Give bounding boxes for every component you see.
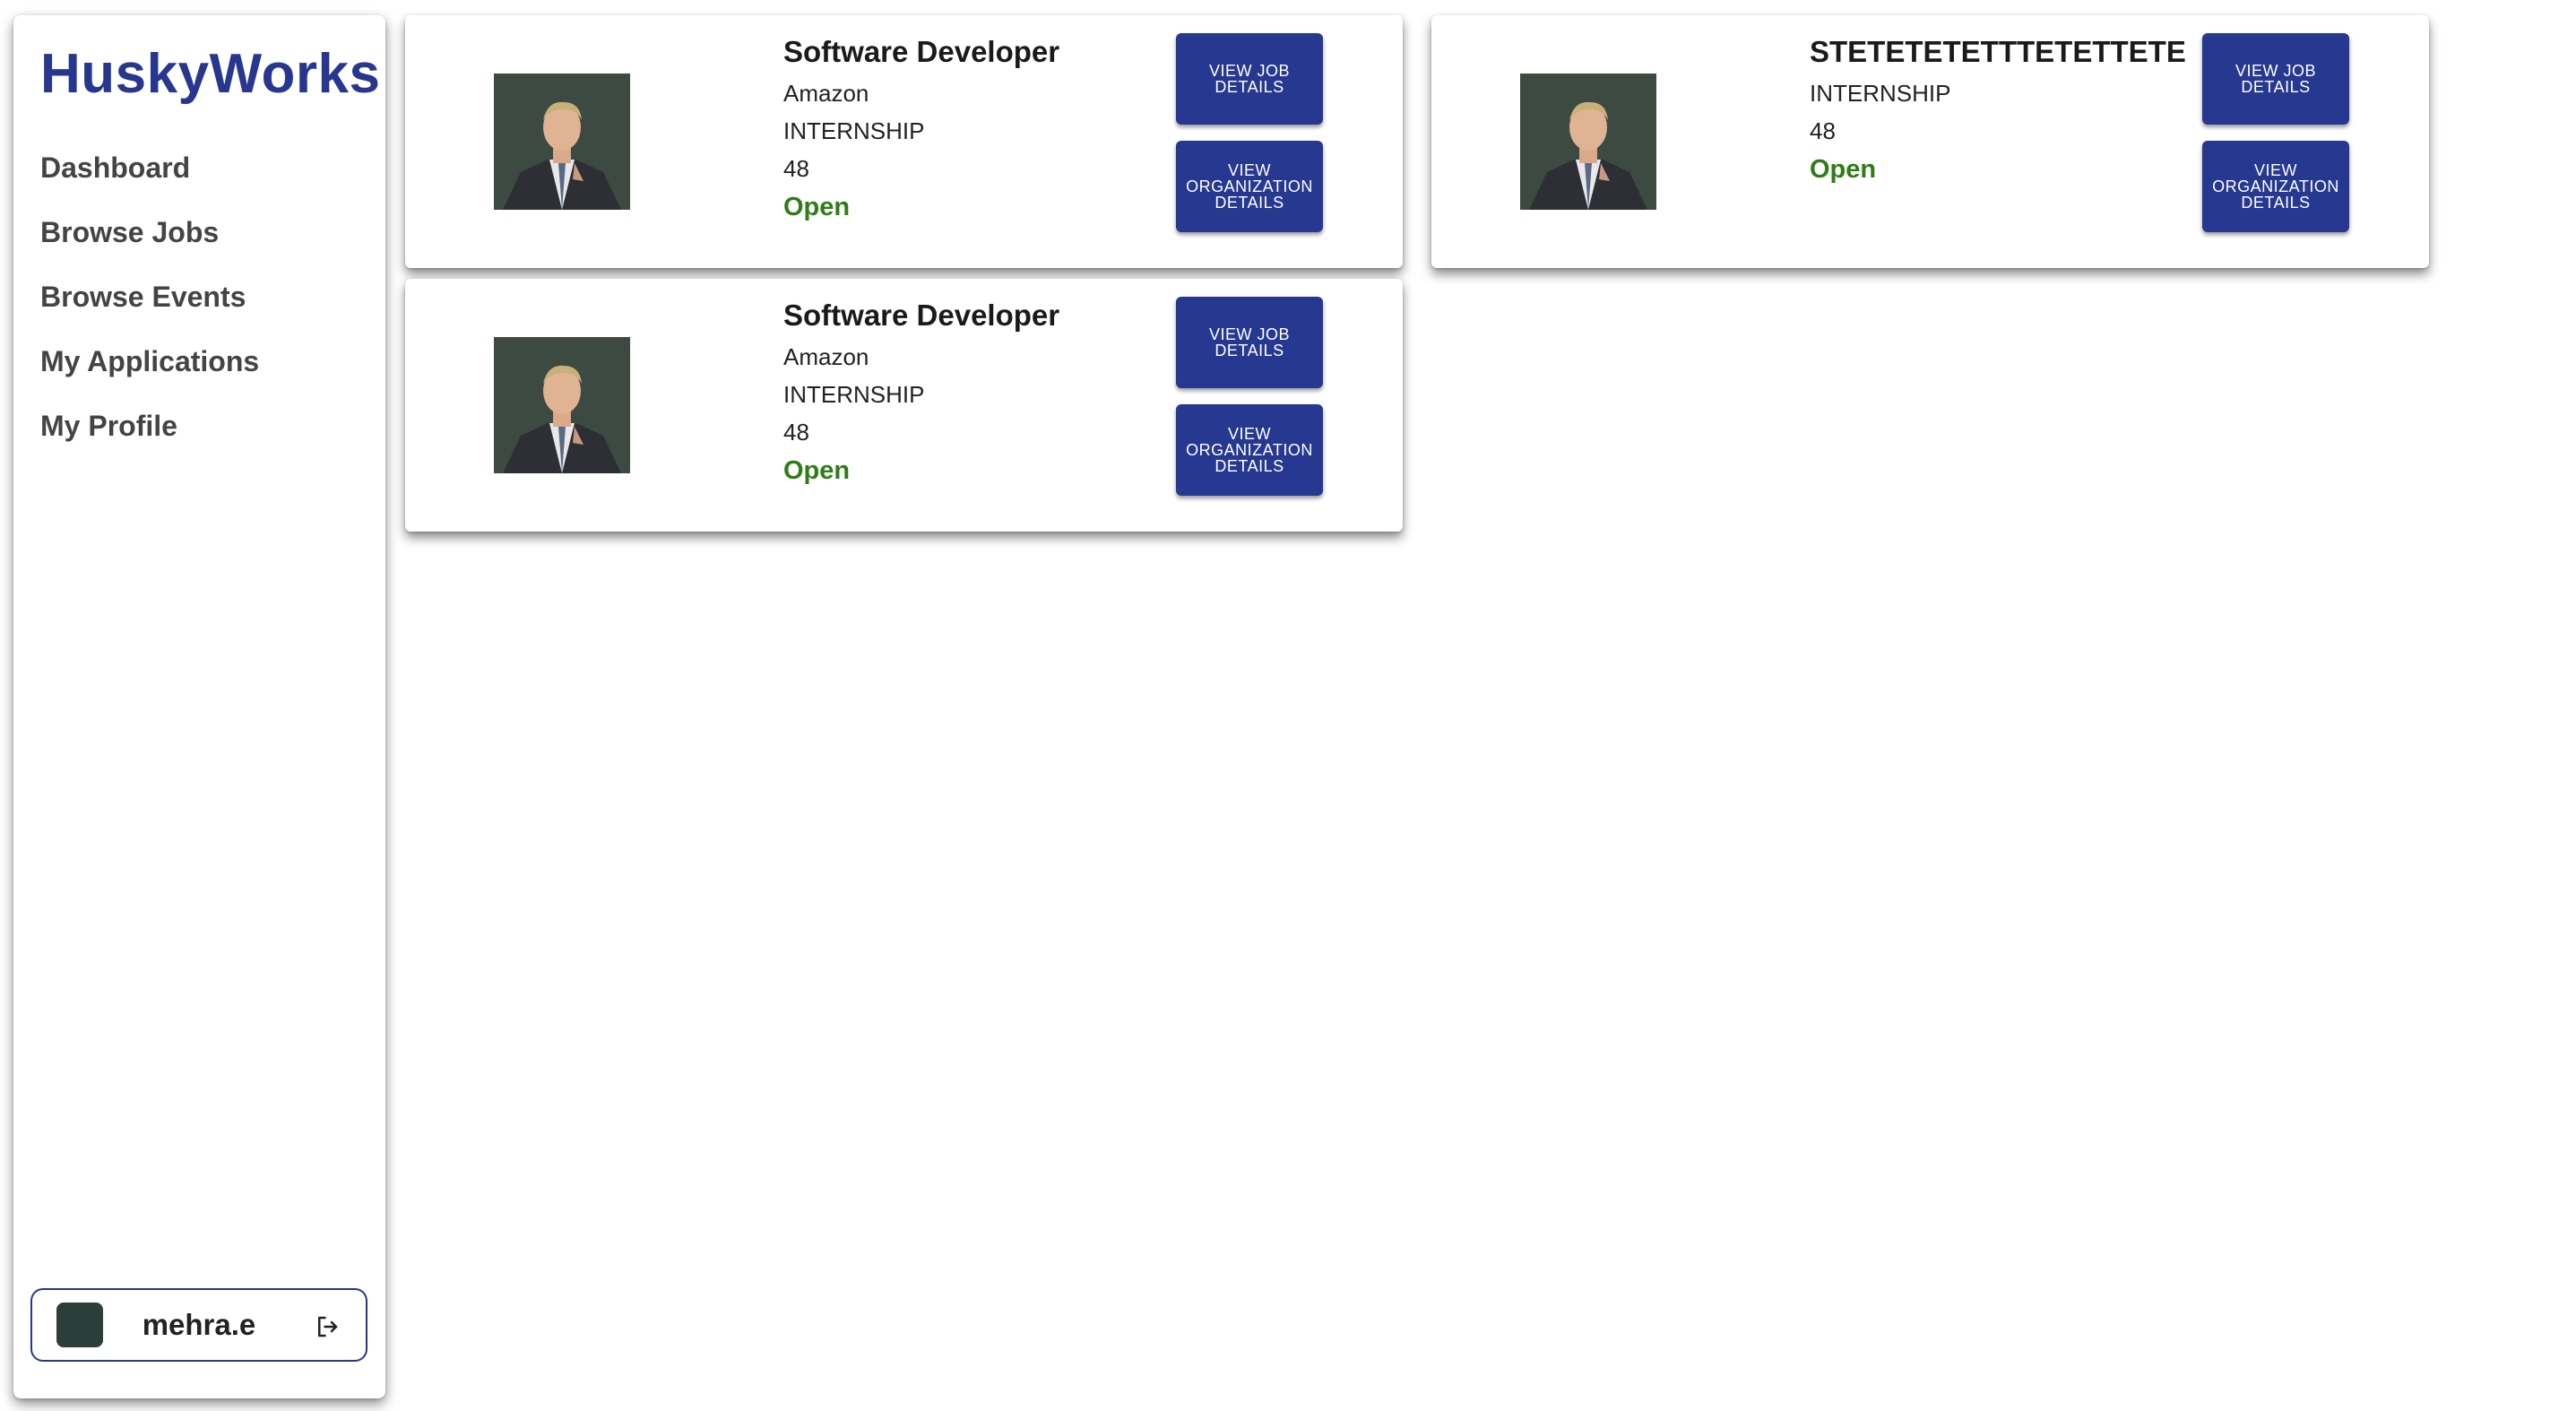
job-info: STETETETETTTETETTETE INTERNSHIP 48 Open bbox=[1810, 35, 2204, 185]
job-type: INTERNSHIP bbox=[783, 381, 925, 408]
sidebar-nav: Dashboard Browse Jobs Browse Events My A… bbox=[40, 151, 259, 474]
status-badge: Open bbox=[783, 193, 851, 221]
view-organization-details-button[interactable]: View Organization Details bbox=[1176, 141, 1323, 232]
job-count: 48 bbox=[1810, 117, 1836, 144]
job-title: STETETETETTTETETTETE bbox=[1810, 35, 2186, 68]
job-card: Software Developer Amazon INTERNSHIP 48 … bbox=[405, 15, 1403, 268]
job-type: INTERNSHIP bbox=[783, 117, 925, 144]
sidebar-item-my-applications[interactable]: My Applications bbox=[40, 345, 259, 410]
view-organization-details-button[interactable]: View Organization Details bbox=[2202, 141, 2349, 232]
sidebar-item-my-profile[interactable]: My Profile bbox=[40, 410, 259, 474]
user-menu: mehra.e bbox=[30, 1288, 367, 1362]
job-card: STETETETETTTETETTETE INTERNSHIP 48 Open … bbox=[1431, 15, 2429, 268]
profile-photo bbox=[494, 337, 630, 473]
view-organization-details-button[interactable]: View Organization Details bbox=[1176, 404, 1323, 496]
job-title: Software Developer bbox=[783, 299, 1060, 332]
job-type: INTERNSHIP bbox=[1810, 80, 1951, 107]
status-badge: Open bbox=[783, 456, 851, 485]
organization-name: Amazon bbox=[783, 343, 869, 370]
view-job-details-button[interactable]: View Job Details bbox=[1176, 297, 1323, 388]
job-title: Software Developer bbox=[783, 35, 1060, 68]
sidebar-item-browse-jobs[interactable]: Browse Jobs bbox=[40, 216, 259, 281]
sidebar-item-browse-events[interactable]: Browse Events bbox=[40, 281, 259, 345]
job-count: 48 bbox=[783, 419, 809, 446]
sidebar-item-dashboard[interactable]: Dashboard bbox=[40, 151, 259, 216]
logout-icon[interactable] bbox=[314, 1313, 341, 1340]
app-logo[interactable]: HuskyWorks bbox=[40, 42, 380, 106]
profile-photo bbox=[1520, 74, 1656, 210]
view-job-details-button[interactable]: View Job Details bbox=[1176, 33, 1323, 125]
job-count: 48 bbox=[783, 155, 809, 182]
job-info: Software Developer Amazon INTERNSHIP 48 … bbox=[783, 299, 1178, 486]
organization-name: Amazon bbox=[783, 80, 869, 107]
sidebar: HuskyWorks Dashboard Browse Jobs Browse … bbox=[13, 15, 385, 1398]
status-badge: Open bbox=[1810, 155, 1877, 184]
profile-photo bbox=[494, 74, 630, 210]
view-job-details-button[interactable]: View Job Details bbox=[2202, 33, 2349, 125]
job-info: Software Developer Amazon INTERNSHIP 48 … bbox=[783, 35, 1178, 222]
job-card: Software Developer Amazon INTERNSHIP 48 … bbox=[405, 279, 1403, 532]
